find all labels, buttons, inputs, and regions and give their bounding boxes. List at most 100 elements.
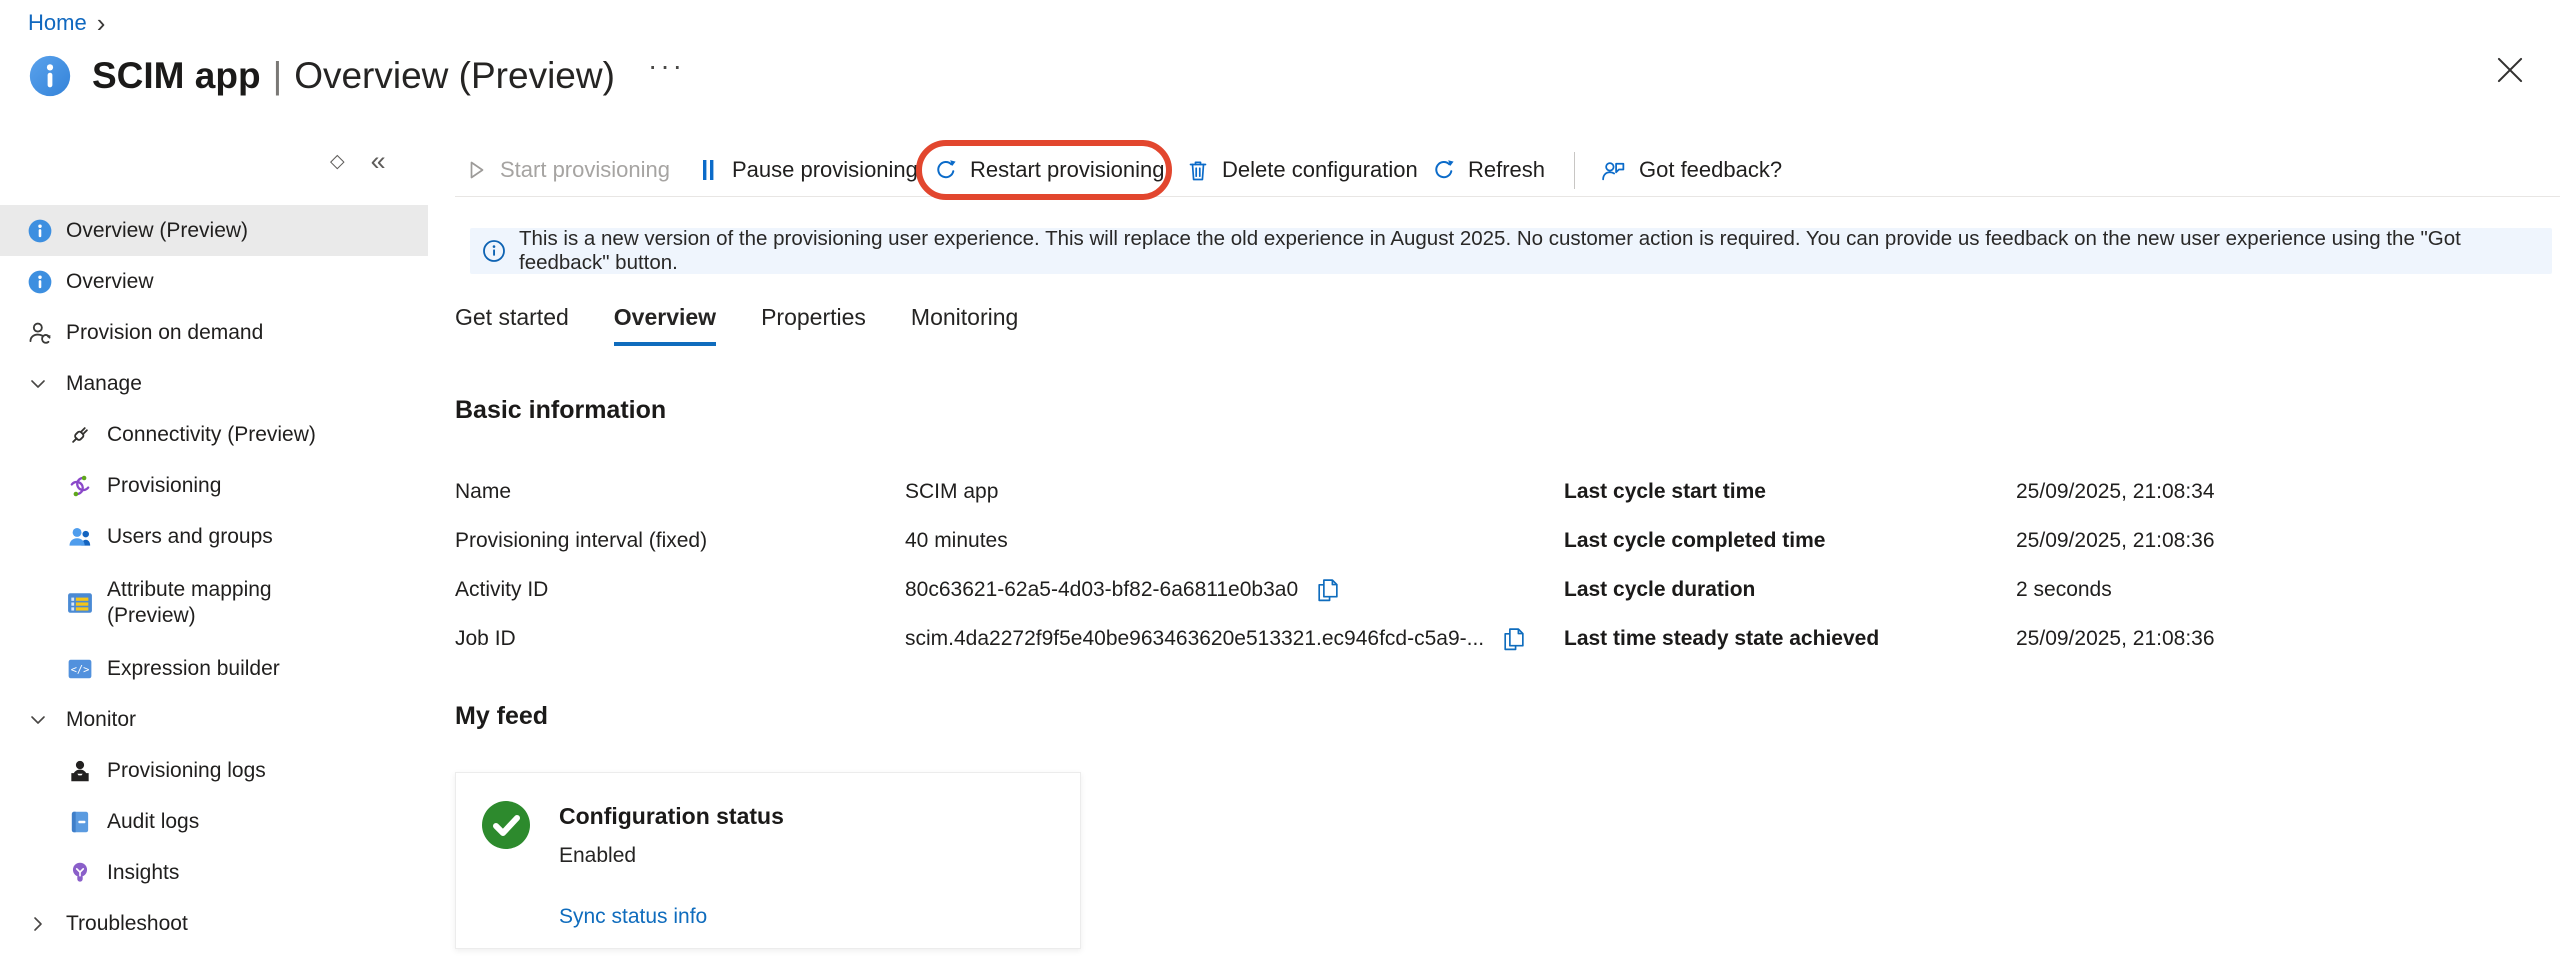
field-last-steady-state: Last time steady state achieved 25/09/20… <box>1564 625 2524 653</box>
plug-icon <box>67 422 93 448</box>
tab-overview[interactable]: Overview <box>614 303 716 346</box>
info-banner: This is a new version of the provisionin… <box>470 228 2552 274</box>
sync-status-info-link[interactable]: Sync status info <box>559 905 707 929</box>
basic-information-title: Basic information <box>455 396 666 425</box>
tab-bar: Get started Overview Properties Monitori… <box>455 303 1018 346</box>
info-icon <box>27 269 53 295</box>
app-name: SCIM app <box>92 55 261 96</box>
info-icon <box>27 218 53 244</box>
sidebar-item-label: Provisioning logs <box>107 758 266 784</box>
sidebar-group-label: Troubleshoot <box>66 911 188 937</box>
copy-icon <box>1319 580 1337 600</box>
feedback-icon <box>1600 157 1627 184</box>
sidebar-item-label: Expression builder <box>107 656 280 682</box>
copy-job-id-button[interactable] <box>1500 626 1527 653</box>
delete-configuration-label: Delete configuration <box>1222 157 1418 183</box>
field-label: Name <box>455 480 905 504</box>
sidebar-item-expression-builder[interactable]: </> Expression builder <box>0 643 428 694</box>
chevron-down-icon <box>30 712 46 728</box>
copy-activity-id-button[interactable] <box>1314 577 1341 604</box>
sidebar-item-label: Attribute mapping (Preview) <box>107 577 332 629</box>
sidebar-group-monitor[interactable]: Monitor <box>0 694 428 745</box>
sidebar-item-label: Overview (Preview) <box>66 218 248 244</box>
sidebar-item-provision-on-demand[interactable]: Provision on demand <box>0 307 428 358</box>
pause-provisioning-label: Pause provisioning <box>732 157 918 183</box>
person-sync-icon <box>27 320 53 346</box>
sidebar-item-audit-logs[interactable]: Audit logs <box>0 796 428 847</box>
sidebar-item-overview[interactable]: Overview <box>0 256 428 307</box>
chevron-right-icon <box>30 916 46 932</box>
pause-provisioning-button[interactable]: Pause provisioning <box>696 148 918 192</box>
table-icon <box>67 590 93 616</box>
delete-configuration-button[interactable]: Delete configuration <box>1186 148 1418 192</box>
field-last-cycle-completed: Last cycle completed time 25/09/2025, 21… <box>1564 527 2524 555</box>
banner-text: This is a new version of the provisionin… <box>519 227 2552 275</box>
toolbar-divider <box>1574 152 1575 189</box>
my-feed-title: My feed <box>455 702 548 731</box>
sidebar-item-attribute-mapping[interactable]: Attribute mapping (Preview) <box>0 562 428 643</box>
notebook-icon <box>67 809 93 835</box>
collapse-sidebar-icon[interactable]: « <box>371 148 386 175</box>
code-icon: </> <box>67 656 93 682</box>
field-value: 40 minutes <box>905 529 1008 553</box>
tab-monitoring[interactable]: Monitoring <box>911 303 1018 346</box>
field-provisioning-interval: Provisioning interval (fixed) 40 minutes <box>455 527 1515 555</box>
sidebar-item-label: Connectivity (Preview) <box>107 422 316 448</box>
sync-arrows-icon <box>67 473 93 499</box>
breadcrumb-chevron-icon: › <box>97 10 106 36</box>
field-name: Name SCIM app <box>455 478 1515 506</box>
field-value: 2 seconds <box>2016 578 2112 602</box>
close-button[interactable] <box>2492 52 2528 88</box>
sidebar-item-provisioning-logs[interactable]: Provisioning logs <box>0 745 428 796</box>
field-last-cycle-duration: Last cycle duration 2 seconds <box>1564 576 2524 604</box>
title-separator: | <box>261 55 295 96</box>
restart-provisioning-button[interactable]: Restart provisioning <box>934 148 1164 192</box>
users-icon <box>67 524 93 550</box>
got-feedback-button[interactable]: Got feedback? <box>1600 148 1782 192</box>
pause-icon <box>696 158 720 182</box>
field-value: 25/09/2025, 21:08:36 <box>2016 529 2215 553</box>
app-info-icon <box>28 54 72 98</box>
breadcrumb: Home › <box>28 8 105 38</box>
got-feedback-label: Got feedback? <box>1639 157 1782 183</box>
field-value: scim.4da2272f9f5e40be963463620e513321.ec… <box>905 627 1484 651</box>
chevron-down-icon <box>30 376 46 392</box>
status-value: Enabled <box>559 844 636 868</box>
breadcrumb-home-link[interactable]: Home <box>28 8 87 38</box>
sidebar-tools: ◇ « <box>330 148 386 175</box>
refresh-button[interactable]: Refresh <box>1432 148 1545 192</box>
sidebar-group-manage[interactable]: Manage <box>0 358 428 409</box>
close-icon <box>2499 59 2521 81</box>
sidebar-item-overview-preview[interactable]: Overview (Preview) <box>0 205 428 256</box>
copy-icon <box>1505 629 1523 649</box>
sidebar-item-provisioning[interactable]: Provisioning <box>0 460 428 511</box>
more-options-button[interactable]: ··· <box>648 50 685 82</box>
basic-information-left: Name SCIM app Provisioning interval (fix… <box>455 478 1515 653</box>
sidebar-item-label: Provision on demand <box>66 320 263 346</box>
field-label: Last cycle duration <box>1564 578 2016 602</box>
field-label: Last time steady state achieved <box>1564 627 2016 651</box>
sidebar-group-label: Manage <box>66 371 142 397</box>
sidebar-item-users-and-groups[interactable]: Users and groups <box>0 511 428 562</box>
sidebar-item-label: Users and groups <box>107 524 273 550</box>
field-label: Activity ID <box>455 578 905 602</box>
field-activity-id: Activity ID 80c63621-62a5-4d03-bf82-6a68… <box>455 576 1515 604</box>
resize-handle-icon[interactable]: ◇ <box>330 150 345 173</box>
person-log-icon <box>67 758 93 784</box>
play-icon <box>464 158 488 182</box>
field-value: 80c63621-62a5-4d03-bf82-6a6811e0b3a0 <box>905 578 1298 602</box>
refresh-icon <box>1432 158 1456 182</box>
sidebar-item-label: Audit logs <box>107 809 199 835</box>
field-value: 25/09/2025, 21:08:34 <box>2016 480 2215 504</box>
sidebar-group-troubleshoot[interactable]: Troubleshoot <box>0 898 428 949</box>
page-header: SCIM app|Overview (Preview) <box>28 52 615 100</box>
sidebar-item-insights[interactable]: Insights <box>0 847 428 898</box>
tab-properties[interactable]: Properties <box>761 303 866 346</box>
tab-get-started[interactable]: Get started <box>455 303 569 346</box>
scim-app-overview-page: Home › SCIM app|Overview (Preview) ··· ◇… <box>0 0 2560 980</box>
start-provisioning-button[interactable]: Start provisioning <box>464 148 670 192</box>
field-last-cycle-start: Last cycle start time 25/09/2025, 21:08:… <box>1564 478 2524 506</box>
field-label: Provisioning interval (fixed) <box>455 529 905 553</box>
sidebar-item-connectivity[interactable]: Connectivity (Preview) <box>0 409 428 460</box>
refresh-label: Refresh <box>1468 157 1545 183</box>
